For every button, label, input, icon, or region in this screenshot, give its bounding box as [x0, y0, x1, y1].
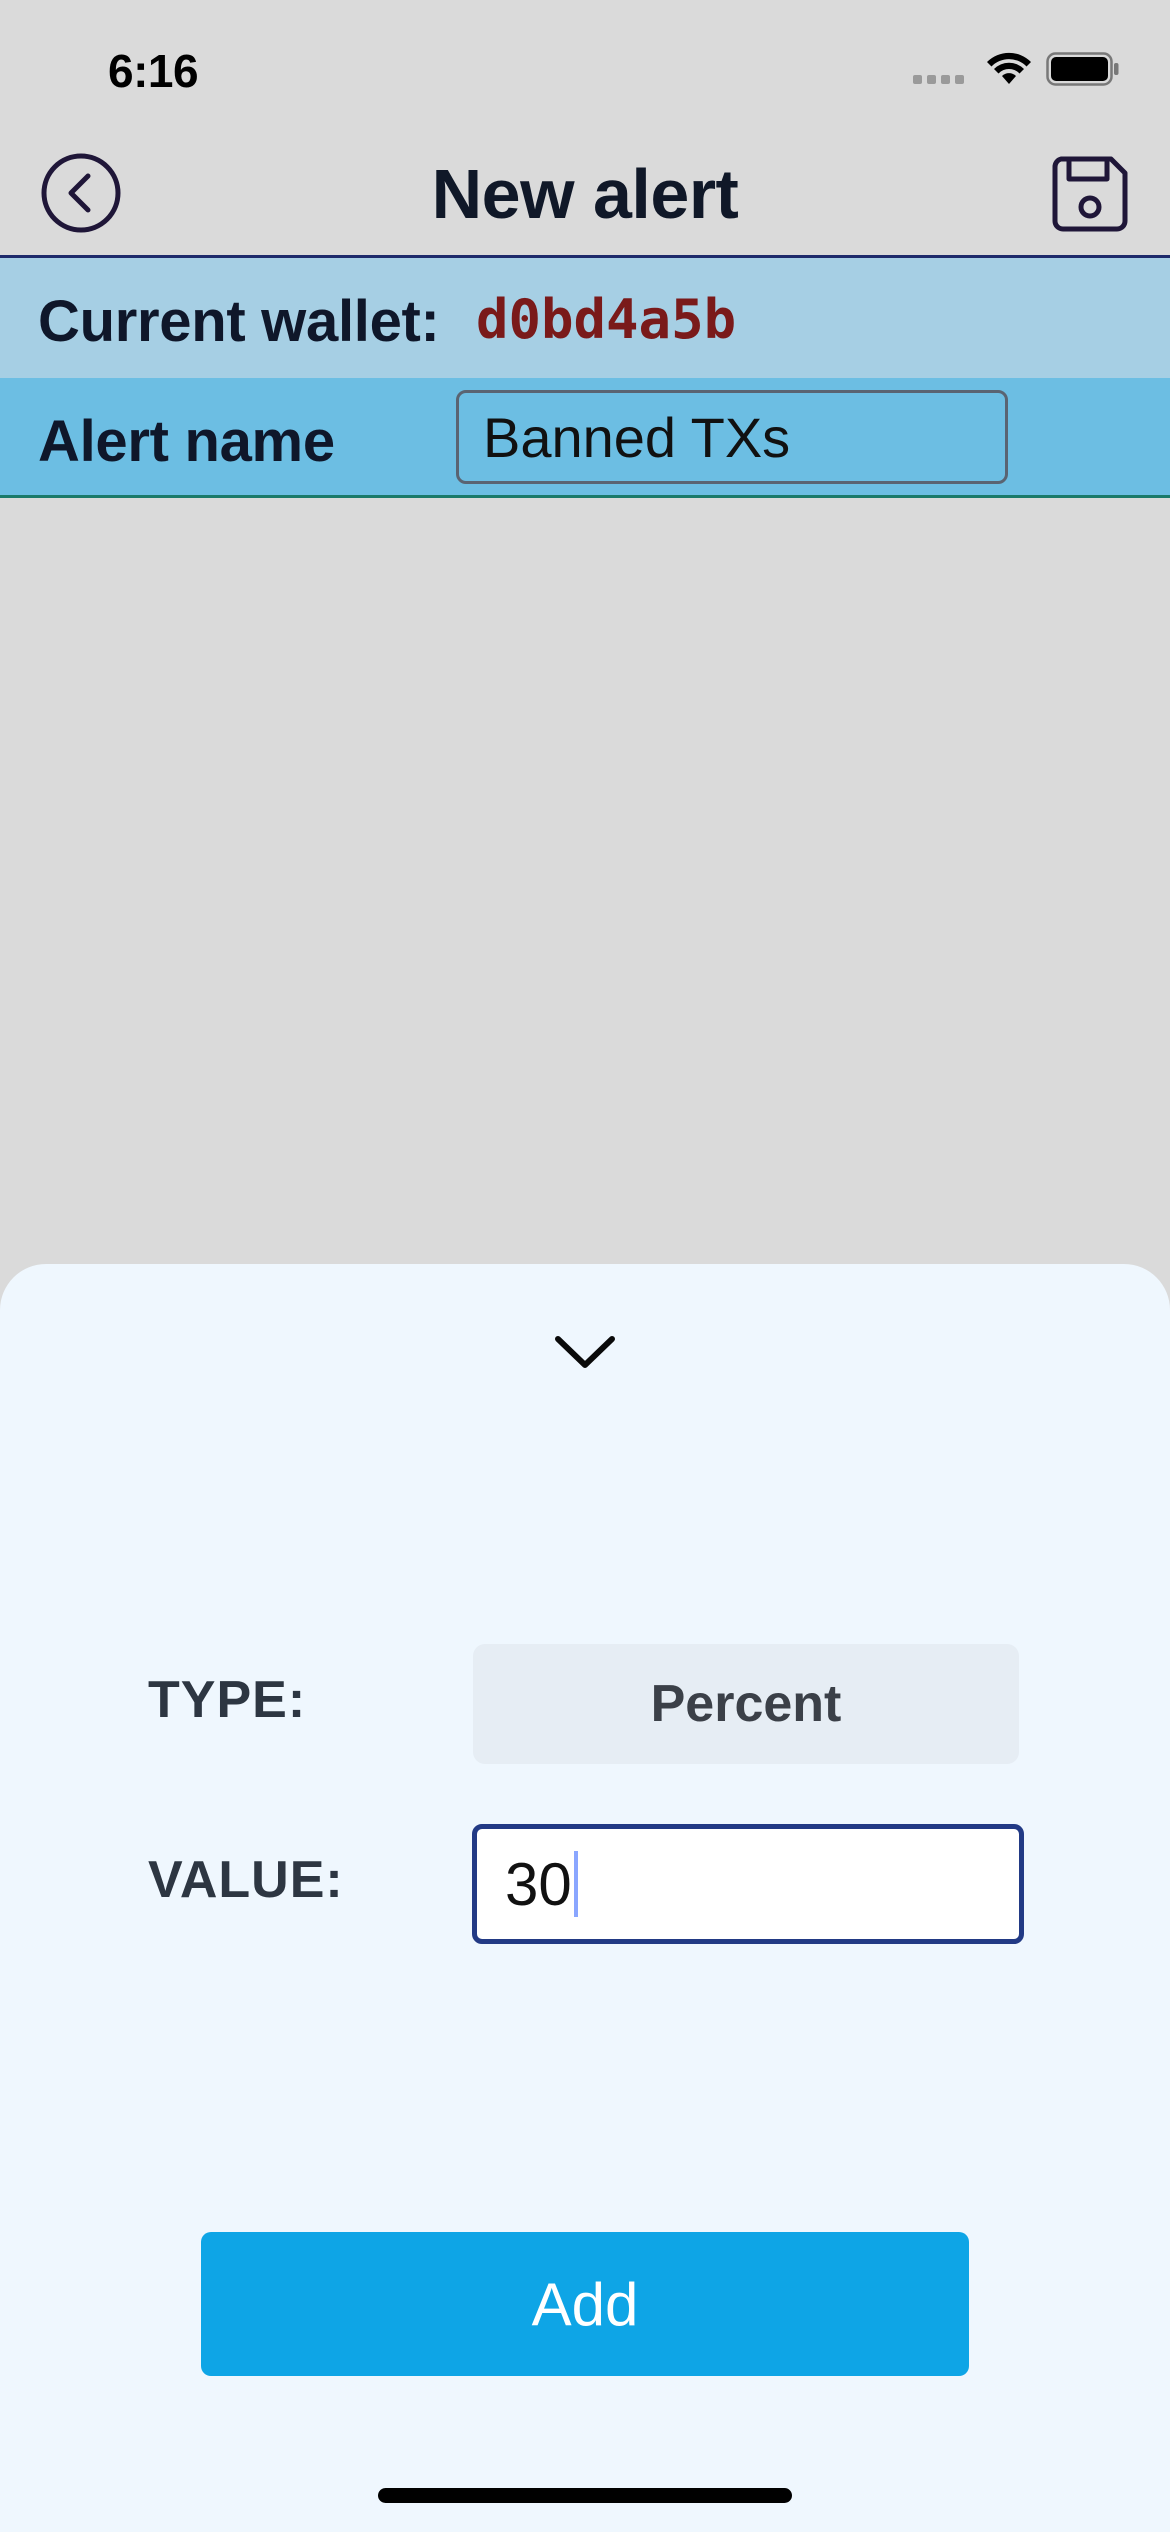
type-label: TYPE:: [148, 1671, 307, 1729]
save-button[interactable]: [1050, 154, 1130, 234]
status-icons: [913, 52, 1120, 86]
alert-name-label: Alert name: [38, 409, 335, 474]
signal-icon: [913, 54, 964, 84]
chevron-down-icon: [555, 1336, 615, 1368]
alert-name-input[interactable]: [456, 390, 1008, 484]
page-title: New alert: [431, 155, 739, 233]
nav-bar: New alert: [0, 140, 1170, 256]
current-wallet-value: d0bd4a5b: [476, 288, 737, 351]
value-input-text: 30: [505, 1850, 572, 1918]
status-bar: 6:16: [0, 0, 1170, 140]
wifi-icon: [987, 52, 1031, 84]
current-wallet-label: Current wallet:: [38, 289, 440, 354]
type-select[interactable]: Percent: [473, 1644, 1019, 1764]
status-time: 6:16: [108, 45, 199, 97]
value-input[interactable]: 30: [472, 1824, 1024, 1944]
alert-name-row: Alert name: [0, 378, 1170, 498]
bottom-sheet: TYPE: Percent VALUE: 30 Add: [0, 1264, 1170, 2532]
battery-icon: [1046, 52, 1119, 86]
add-button[interactable]: Add: [201, 2232, 969, 2376]
value-label: VALUE:: [148, 1851, 344, 1909]
home-indicator: [378, 2488, 792, 2503]
current-wallet-row: Current wallet: d0bd4a5b: [0, 258, 1170, 378]
collapse-sheet-button[interactable]: [551, 1328, 619, 1378]
floppy-disk-icon: [1052, 156, 1128, 232]
text-caret: [573, 1851, 578, 1917]
